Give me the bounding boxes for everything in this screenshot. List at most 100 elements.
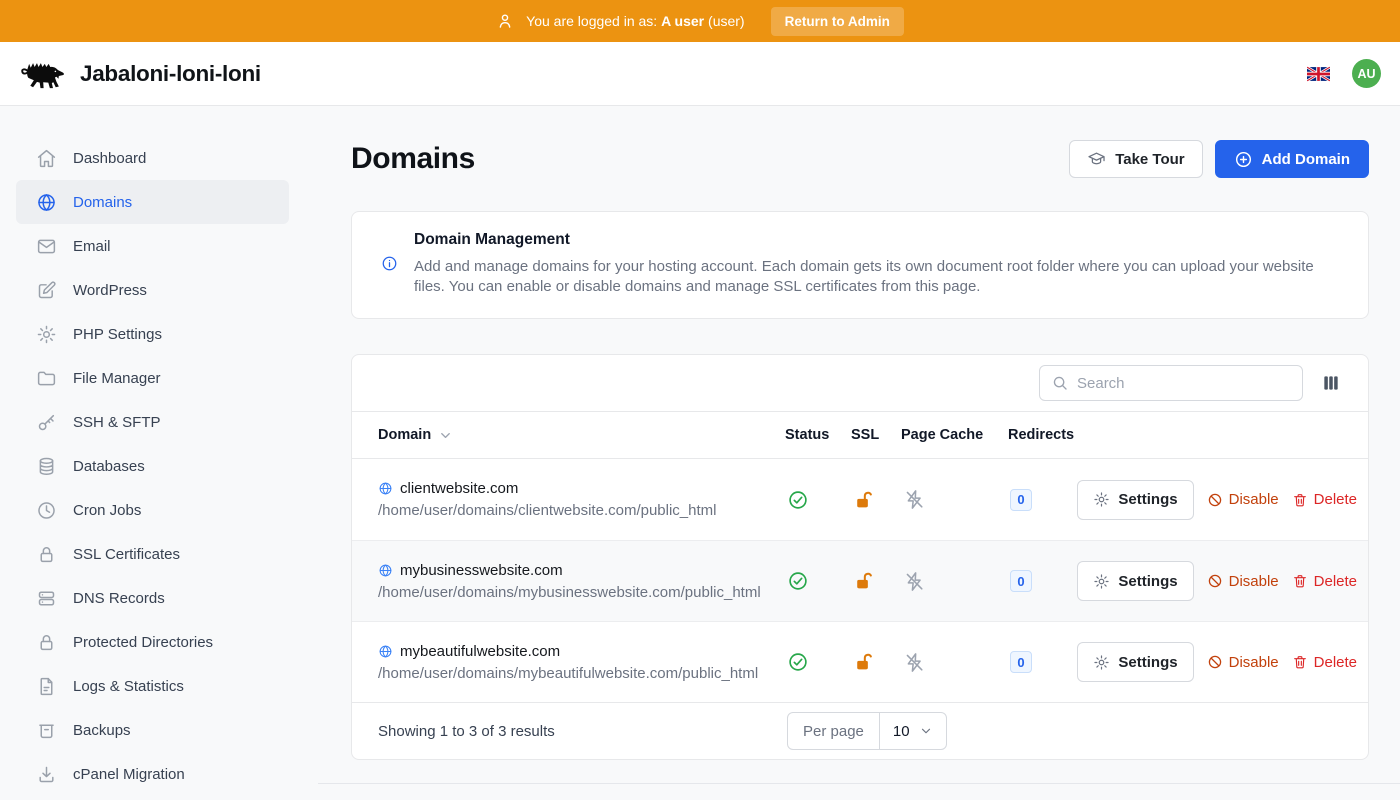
gear-icon <box>36 324 57 345</box>
table-row: mybeautifulwebsite.com /home/user/domain… <box>352 621 1368 702</box>
table-row: clientwebsite.com /home/user/domains/cli… <box>352 459 1368 540</box>
page-cache-disabled-icon[interactable] <box>903 651 926 674</box>
status-active-icon <box>787 489 809 511</box>
status-active-icon <box>787 651 809 673</box>
banner-message: You are logged in as: A user (user) <box>526 13 744 29</box>
brand[interactable]: Jabaloni-loni-loni <box>19 56 261 92</box>
database-icon <box>36 456 57 477</box>
domain-name[interactable]: clientwebsite.com <box>400 480 518 497</box>
ban-icon <box>1207 654 1223 670</box>
columns-icon <box>1321 373 1341 393</box>
delete-button[interactable]: Delete <box>1292 491 1357 508</box>
info-box: Domain Management Add and manage domains… <box>351 211 1369 319</box>
main-content: Domains Take Tour Add Domain Domain Mana… <box>318 106 1400 800</box>
disable-button[interactable]: Disable <box>1207 654 1279 671</box>
download-icon <box>36 764 57 785</box>
folder-icon <box>36 368 57 389</box>
table-row: mybusinesswebsite.com /home/user/domains… <box>352 540 1368 621</box>
search-input[interactable] <box>1077 375 1291 392</box>
disable-button[interactable]: Disable <box>1207 573 1279 590</box>
sidebar-item-wordpress[interactable]: WordPress <box>16 268 289 312</box>
delete-button[interactable]: Delete <box>1292 654 1357 671</box>
table-body: clientwebsite.com /home/user/domains/cli… <box>352 459 1368 702</box>
info-icon <box>381 255 414 297</box>
table-toolbar <box>352 355 1368 411</box>
sidebar-item-dns-records[interactable]: DNS Records <box>16 576 289 620</box>
lock-icon <box>36 544 57 565</box>
redirects-count-badge[interactable]: 0 <box>1010 570 1032 592</box>
per-page-control: Per page 10 <box>787 712 947 750</box>
sidebar-item-label: Domains <box>73 194 132 211</box>
mail-icon <box>36 236 57 257</box>
globe-icon <box>378 563 393 578</box>
page-cache-disabled-icon[interactable] <box>903 488 926 511</box>
avatar[interactable]: AU <box>1352 59 1381 88</box>
app-header: Jabaloni-loni-loni AU <box>0 42 1400 106</box>
domain-name[interactable]: mybusinesswebsite.com <box>400 562 563 579</box>
boar-logo-icon <box>19 56 69 92</box>
results-summary: Showing 1 to 3 of 3 results <box>378 723 555 740</box>
column-settings-button[interactable] <box>1321 373 1341 393</box>
document-icon <box>36 676 57 697</box>
lock-icon <box>36 632 57 653</box>
delete-button[interactable]: Delete <box>1292 573 1357 590</box>
gear-icon <box>1093 491 1110 508</box>
take-tour-button[interactable]: Take Tour <box>1069 140 1202 178</box>
gear-icon <box>1093 654 1110 671</box>
page-cache-disabled-icon[interactable] <box>903 570 926 593</box>
sidebar-item-databases[interactable]: Databases <box>16 444 289 488</box>
sidebar-item-ssl-certificates[interactable]: SSL Certificates <box>16 532 289 576</box>
sidebar-item-protected-directories[interactable]: Protected Directories <box>16 620 289 664</box>
settings-button[interactable]: Settings <box>1077 642 1193 682</box>
archive-icon <box>36 720 57 741</box>
info-title: Domain Management <box>414 231 1334 249</box>
redirects-count-badge[interactable]: 0 <box>1010 651 1032 673</box>
sidebar-item-php-settings[interactable]: PHP Settings <box>16 312 289 356</box>
sidebar-item-cron-jobs[interactable]: Cron Jobs <box>16 488 289 532</box>
trash-icon <box>1292 492 1308 508</box>
settings-button[interactable]: Settings <box>1077 480 1193 520</box>
return-to-admin-button[interactable]: Return to Admin <box>771 7 904 36</box>
graduation-cap-icon <box>1087 150 1106 169</box>
ssl-unlocked-icon[interactable] <box>853 570 875 592</box>
sidebar-item-domains[interactable]: Domains <box>16 180 289 224</box>
sidebar: Dashboard Domains Email WordPress PHP Se… <box>0 106 318 800</box>
settings-button[interactable]: Settings <box>1077 561 1193 601</box>
sidebar-item-email[interactable]: Email <box>16 224 289 268</box>
user-icon <box>496 12 514 30</box>
sort-chevron-icon <box>438 428 453 443</box>
table-footer: Showing 1 to 3 of 3 results Per page 10 <box>352 702 1368 759</box>
disable-button[interactable]: Disable <box>1207 491 1279 508</box>
column-header-redirects: Redirects <box>1008 427 1094 443</box>
redirects-count-badge[interactable]: 0 <box>1010 489 1032 511</box>
add-domain-button[interactable]: Add Domain <box>1215 140 1369 178</box>
pencil-square-icon <box>36 280 57 301</box>
page-title: Domains <box>351 142 475 176</box>
per-page-select[interactable]: 10 <box>880 713 946 749</box>
sidebar-item-label: Protected Directories <box>73 634 213 651</box>
brand-name: Jabaloni-loni-loni <box>80 61 261 87</box>
plus-circle-icon <box>1234 150 1253 169</box>
impersonation-banner: You are logged in as: A user (user) Retu… <box>0 0 1400 42</box>
sidebar-item-cpanel-migration[interactable]: cPanel Migration <box>16 752 289 796</box>
ssl-unlocked-icon[interactable] <box>853 489 875 511</box>
domain-path: /home/user/domains/mybeautifulwebsite.co… <box>378 665 785 682</box>
sidebar-item-dashboard[interactable]: Dashboard <box>16 136 289 180</box>
sidebar-item-label: Dashboard <box>73 150 146 167</box>
ssl-unlocked-icon[interactable] <box>853 651 875 673</box>
column-header-domain[interactable]: Domain <box>352 427 785 443</box>
sidebar-item-label: WordPress <box>73 282 147 299</box>
sidebar-item-label: Email <box>73 238 111 255</box>
sidebar-item-backups[interactable]: Backups <box>16 708 289 752</box>
trash-icon <box>1292 573 1308 589</box>
trash-icon <box>1292 654 1308 670</box>
sidebar-item-label: PHP Settings <box>73 326 162 343</box>
sidebar-item-label: File Manager <box>73 370 161 387</box>
domain-name[interactable]: mybeautifulwebsite.com <box>400 643 560 660</box>
uk-flag-icon[interactable] <box>1307 66 1330 82</box>
sidebar-item-label: Databases <box>73 458 145 475</box>
ban-icon <box>1207 573 1223 589</box>
sidebar-item-file-manager[interactable]: File Manager <box>16 356 289 400</box>
sidebar-item-ssh-sftp[interactable]: SSH & SFTP <box>16 400 289 444</box>
sidebar-item-logs-statistics[interactable]: Logs & Statistics <box>16 664 289 708</box>
